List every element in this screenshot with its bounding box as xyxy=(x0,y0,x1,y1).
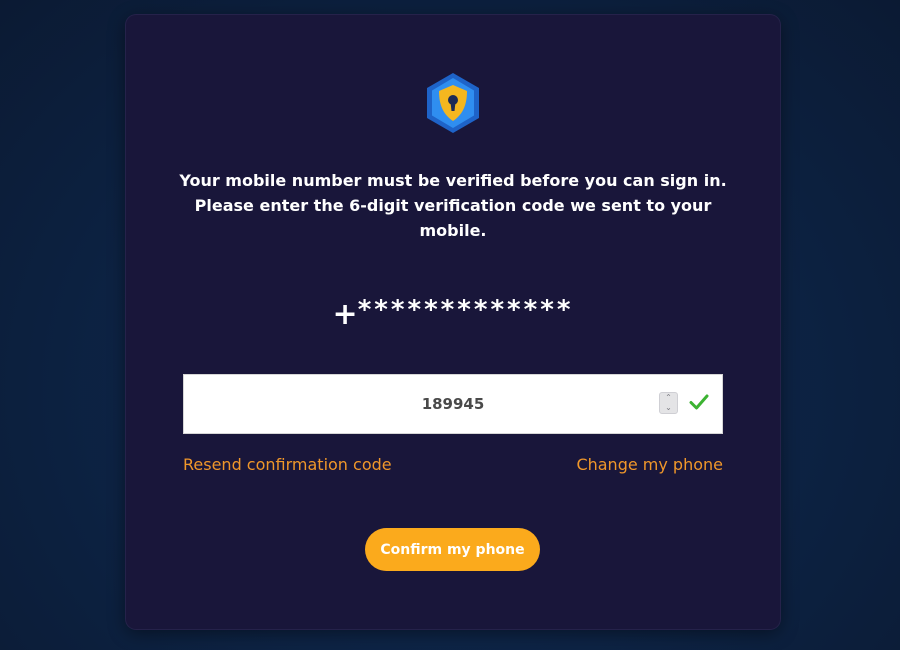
verification-code-input[interactable] xyxy=(184,375,722,433)
verification-code-field: ⌃ ⌄ xyxy=(183,374,723,434)
confirm-phone-button[interactable]: Confirm my phone xyxy=(365,528,540,571)
change-phone-link[interactable]: Change my phone xyxy=(576,455,723,474)
phone-prefix: + xyxy=(332,297,358,332)
spinner-down-icon[interactable]: ⌄ xyxy=(660,403,677,413)
verification-message: Your mobile number must be verified befo… xyxy=(166,168,740,243)
masked-phone-number: +************* xyxy=(126,291,780,332)
spinner-arrows-icon[interactable]: ⌃ ⌄ xyxy=(659,392,678,414)
message-line-1: Your mobile number must be verified befo… xyxy=(179,171,727,190)
shield-lock-icon xyxy=(427,73,479,133)
phone-masked-digits: ************* xyxy=(357,295,574,325)
resend-code-link[interactable]: Resend confirmation code xyxy=(183,455,392,474)
spinner-up-icon[interactable]: ⌃ xyxy=(660,393,677,403)
checkmark-icon xyxy=(689,394,709,410)
message-line-2: Please enter the 6-digit verification co… xyxy=(194,196,712,240)
verification-card: Your mobile number must be verified befo… xyxy=(126,15,780,629)
